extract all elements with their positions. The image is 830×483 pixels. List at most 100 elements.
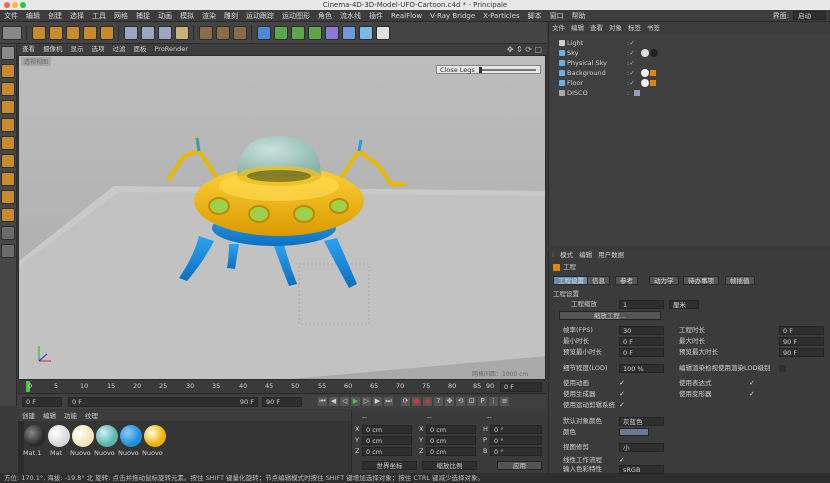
project-time-field[interactable]: 0 F bbox=[779, 326, 824, 335]
lod-field[interactable]: 100 % bbox=[619, 364, 664, 373]
visibility-dots[interactable]: : bbox=[627, 88, 629, 98]
use-animation-checkbox[interactable]: ✓ bbox=[619, 380, 626, 387]
menu-script[interactable]: 脚本 bbox=[524, 10, 546, 22]
menu-realflow[interactable]: RealFlow bbox=[387, 10, 426, 22]
visibility-dots[interactable]: :✓ bbox=[627, 58, 635, 68]
material-menu-texture[interactable]: 纹理 bbox=[81, 411, 102, 421]
menu-mograph[interactable]: 运动图形 bbox=[278, 10, 314, 22]
material-swatch[interactable] bbox=[48, 425, 70, 447]
object-row[interactable]: DISCO : bbox=[549, 88, 830, 98]
render-view-icon[interactable] bbox=[198, 25, 213, 40]
rotation-b-field[interactable]: 0 ° bbox=[490, 447, 542, 456]
scale-icon[interactable] bbox=[65, 25, 80, 40]
material-tag-icon[interactable] bbox=[641, 79, 649, 87]
size-z-field[interactable]: 0 cm bbox=[426, 447, 476, 456]
coordinate-system-icon[interactable] bbox=[174, 25, 189, 40]
floor-icon[interactable] bbox=[341, 25, 356, 40]
3d-viewport[interactable] bbox=[18, 55, 546, 380]
viewport-menu-filter[interactable]: 过滤 bbox=[109, 44, 130, 55]
go-to-start-icon[interactable]: ⏮ bbox=[318, 397, 327, 406]
material-swatch[interactable] bbox=[72, 425, 94, 447]
max-time-field[interactable]: 90 F bbox=[779, 337, 824, 346]
viewport-menu-display[interactable]: 显示 bbox=[67, 44, 88, 55]
tab-dynamics[interactable]: 动力学 bbox=[649, 276, 679, 285]
material-swatch[interactable] bbox=[120, 425, 142, 447]
om-menu-edit[interactable]: 编辑 bbox=[568, 22, 587, 34]
tab-reference[interactable]: 参考 bbox=[615, 276, 638, 285]
compositing-tag-icon[interactable] bbox=[650, 80, 656, 86]
layer-tag-icon[interactable] bbox=[634, 90, 640, 96]
size-x-field[interactable]: 0 cm bbox=[426, 425, 476, 434]
subdivision-icon[interactable] bbox=[290, 25, 305, 40]
rotate-key-icon[interactable]: ⟲ bbox=[456, 397, 465, 406]
menu-vray-bridge[interactable]: V-Ray Bridge bbox=[426, 10, 479, 22]
project-scale-unit-select[interactable]: 厘米 bbox=[669, 300, 699, 309]
scale-project-button[interactable]: 缩放工程... bbox=[559, 311, 661, 320]
position-y-field[interactable]: 0 cm bbox=[362, 436, 412, 445]
object-row[interactable]: Floor :✓ bbox=[549, 78, 830, 88]
object-row[interactable]: Physical Sky :✓ bbox=[549, 58, 830, 68]
menu-select[interactable]: 选择 bbox=[66, 10, 88, 22]
camera-icon[interactable] bbox=[358, 25, 373, 40]
default-color-select[interactable]: 灰蓝色 bbox=[619, 417, 664, 426]
visibility-dots[interactable]: :✓ bbox=[627, 68, 635, 78]
menu-edit[interactable]: 编辑 bbox=[22, 10, 44, 22]
model-mode-icon[interactable] bbox=[1, 64, 15, 78]
menu-motion-tracking[interactable]: 运动跟踪 bbox=[242, 10, 278, 22]
use-motion-system-checkbox[interactable]: ✓ bbox=[619, 402, 626, 409]
linear-workflow-checkbox[interactable]: ✓ bbox=[619, 457, 626, 464]
viewport-menu-view[interactable]: 查看 bbox=[18, 44, 39, 55]
material-swatch[interactable] bbox=[96, 425, 118, 447]
next-key-icon[interactable]: ▶ bbox=[373, 397, 382, 406]
material-swatch[interactable] bbox=[144, 425, 166, 447]
om-menu-objects[interactable]: 对象 bbox=[606, 22, 625, 34]
viewport-nav-icons[interactable]: ✥ ⇕ ⟳ ▢ bbox=[507, 45, 542, 54]
planar-workplane-icon[interactable] bbox=[1, 244, 15, 258]
tweak-mode-icon[interactable] bbox=[1, 190, 15, 204]
pla-key-icon[interactable]: ⋮ bbox=[489, 397, 498, 406]
axis-mode-icon[interactable] bbox=[1, 172, 15, 186]
material-menu-function[interactable]: 功能 bbox=[60, 411, 81, 421]
minimize-window-icon[interactable] bbox=[12, 2, 18, 8]
visibility-dots[interactable]: :✓ bbox=[627, 78, 635, 88]
compositing-tag-icon[interactable] bbox=[650, 49, 658, 57]
rotate-icon[interactable] bbox=[82, 25, 97, 40]
viewport-menu-panel[interactable]: 面板 bbox=[130, 44, 151, 55]
render-lod-checkbox[interactable] bbox=[779, 365, 786, 372]
rotation-p-field[interactable]: 0 ° bbox=[490, 436, 542, 445]
keyframe-selection-icon[interactable]: ? bbox=[434, 397, 443, 406]
om-menu-tags[interactable]: 标签 bbox=[625, 22, 644, 34]
loop-icon[interactable]: ⟳ bbox=[401, 397, 410, 406]
material-menu-create[interactable]: 创建 bbox=[18, 411, 39, 421]
edges-mode-icon[interactable] bbox=[1, 136, 15, 150]
go-to-end-icon[interactable]: ⏭ bbox=[384, 397, 393, 406]
prev-frame-icon[interactable]: ◁ bbox=[340, 397, 349, 406]
visibility-dots[interactable]: :✓ bbox=[627, 48, 635, 58]
tab-info[interactable]: 信息 bbox=[587, 276, 610, 285]
size-mode-select[interactable]: 缩放比例 bbox=[422, 461, 477, 470]
polygons-mode-icon[interactable] bbox=[1, 154, 15, 168]
current-frame-field[interactable]: 0 F bbox=[500, 382, 542, 392]
compositing-tag-icon[interactable] bbox=[650, 70, 656, 76]
menu-x-particles[interactable]: X-Particles bbox=[479, 10, 523, 22]
material-tag-icon[interactable] bbox=[641, 49, 649, 57]
param-key-icon[interactable]: P bbox=[478, 397, 487, 406]
am-menu-user-data[interactable]: 用户数据 bbox=[595, 250, 627, 260]
zoom-window-icon[interactable] bbox=[20, 2, 26, 8]
spline-pen-icon[interactable] bbox=[273, 25, 288, 40]
visibility-dots[interactable]: :✓ bbox=[627, 38, 635, 48]
menu-character[interactable]: 角色 bbox=[314, 10, 336, 22]
position-x-field[interactable]: 0 cm bbox=[362, 425, 412, 434]
menu-render[interactable]: 渲染 bbox=[198, 10, 220, 22]
menu-tools[interactable]: 工具 bbox=[88, 10, 110, 22]
end-frame-field[interactable]: 90 F bbox=[262, 397, 302, 407]
play-icon[interactable]: ▶ bbox=[351, 397, 360, 406]
lock-workplane-icon[interactable] bbox=[1, 226, 15, 240]
menu-mesh[interactable]: 网格 bbox=[110, 10, 132, 22]
prev-key-icon[interactable]: ◀ bbox=[329, 397, 338, 406]
size-y-field[interactable]: 0 cm bbox=[426, 436, 476, 445]
y-axis-icon[interactable] bbox=[140, 25, 155, 40]
use-generators-checkbox[interactable]: ✓ bbox=[619, 391, 626, 398]
view-clipping-select[interactable]: 小 bbox=[619, 443, 664, 452]
points-mode-icon[interactable] bbox=[1, 118, 15, 132]
